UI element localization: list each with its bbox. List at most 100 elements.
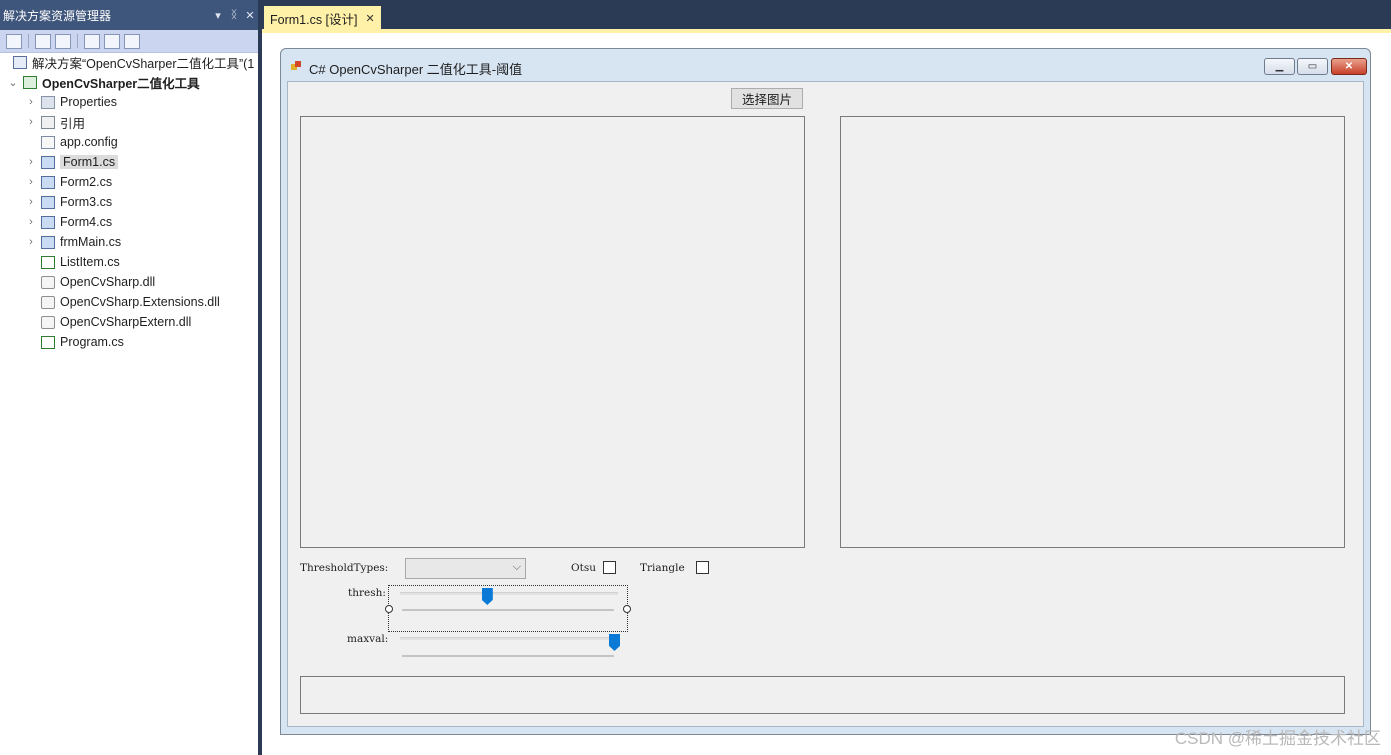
tree-item-label: OpenCvSharper二值化工具 — [42, 76, 200, 91]
solution-icon — [13, 55, 27, 69]
tree-item-label: ListItem.cs — [60, 255, 120, 269]
thresh-track[interactable] — [400, 592, 618, 595]
form-file-icon — [41, 235, 55, 249]
resize-handle-right[interactable] — [623, 605, 631, 613]
dll-file-icon — [41, 295, 55, 309]
tree-item[interactable]: › Form1.cs — [0, 152, 258, 172]
maxval-label: maxval: — [347, 633, 389, 645]
resize-handle-left[interactable] — [385, 605, 393, 613]
tree-item-label: frmMain.cs — [60, 235, 122, 249]
pin-icon[interactable]: ᛝ — [226, 9, 242, 21]
maxval-slider-thumb[interactable] — [609, 634, 620, 651]
references-icon — [41, 115, 55, 129]
csharp-file-icon — [41, 335, 55, 349]
tree-item-label: Form3.cs — [60, 195, 113, 209]
triangle-label: Triangle — [640, 562, 685, 574]
tree-item[interactable]: › 引用 — [0, 112, 258, 132]
refresh-icon[interactable] — [55, 33, 71, 49]
close-icon[interactable]: ✕ — [242, 9, 258, 22]
show-all-files-icon[interactable] — [35, 33, 51, 49]
form-title-bar[interactable]: C# OpenCvSharper 二值化工具-阈值 ▁ ▭ ✕ — [281, 49, 1370, 81]
tree-item[interactable]: OpenCvSharp.dll — [0, 272, 258, 292]
form-window[interactable]: C# OpenCvSharper 二值化工具-阈值 ▁ ▭ ✕ 选择图片 Thr… — [280, 48, 1371, 735]
chevron-right-icon[interactable]: › — [24, 196, 38, 208]
tree-item-label: OpenCvSharpExtern.dll — [60, 315, 192, 329]
tree-item[interactable]: Program.cs — [0, 332, 258, 352]
dll-file-icon — [41, 315, 55, 329]
tree-item[interactable]: OpenCvSharp.Extensions.dll — [0, 292, 258, 312]
result-picture-box[interactable] — [840, 116, 1345, 548]
chevron-right-icon[interactable]: › — [24, 156, 38, 168]
tree-item[interactable]: › Form2.cs — [0, 172, 258, 192]
document-tab-strip: Form1.cs [设计] ✕ — [262, 0, 1391, 30]
tree-item[interactable]: › Form3.cs — [0, 192, 258, 212]
thresh-tick-line — [402, 609, 614, 611]
tree-item-label: app.config — [60, 135, 118, 149]
form-file-icon — [41, 215, 55, 229]
dropdown-icon[interactable]: ▾ — [210, 9, 226, 22]
view-designer-icon[interactable] — [104, 33, 120, 49]
close-tab-icon[interactable]: ✕ — [366, 12, 375, 25]
chevron-down-icon[interactable]: ⌵ — [513, 561, 521, 574]
tree-item[interactable]: › frmMain.cs — [0, 232, 258, 252]
tree-item-label: Form4.cs — [60, 215, 113, 229]
minimize-button[interactable]: ▁ — [1264, 58, 1295, 75]
chevron-right-icon[interactable]: › — [24, 236, 38, 248]
tree-item-label: Program.cs — [60, 335, 124, 349]
tree-item[interactable]: OpenCvSharpExtern.dll — [0, 312, 258, 332]
properties-folder-icon — [41, 95, 55, 109]
tab-form1-design[interactable]: Form1.cs [设计] ✕ — [264, 6, 381, 30]
form-app-icon — [291, 61, 302, 71]
tree-item[interactable]: 解决方案“OpenCvSharper二值化工具”(1 — [0, 52, 258, 72]
solution-explorer-toolbar — [0, 30, 258, 53]
form-client-area: 选择图片 ThresholdTypes: ⌵ Otsu Triangle thr… — [287, 81, 1364, 727]
tree-item-label: Form2.cs — [60, 175, 113, 189]
chevron-right-icon[interactable]: › — [24, 96, 38, 108]
close-window-button[interactable]: ✕ — [1331, 58, 1367, 75]
source-picture-box[interactable] — [300, 116, 805, 548]
select-image-button[interactable]: 选择图片 — [731, 88, 803, 109]
chevron-right-icon[interactable]: › — [24, 216, 38, 228]
tree-item[interactable]: app.config — [0, 132, 258, 152]
tree-item-label: OpenCvSharp.dll — [60, 275, 156, 289]
tree-item[interactable]: ListItem.cs — [0, 252, 258, 272]
tree-item-label: 引用 — [60, 116, 86, 131]
tree-item-label: Form1.cs — [60, 155, 119, 169]
chevron-right-icon[interactable]: › — [24, 176, 38, 188]
threshold-types-combobox[interactable]: ⌵ — [405, 558, 526, 579]
tree-item-label: 解决方案“OpenCvSharper二值化工具”(1 — [32, 56, 255, 71]
csharp-project-icon — [23, 75, 37, 89]
tree-item[interactable]: ⌄ OpenCvSharper二值化工具 — [0, 72, 258, 92]
otsu-label: Otsu — [571, 562, 596, 574]
output-textbox[interactable] — [300, 676, 1345, 714]
watermark-text: CSDN @稀土掘金技术社区 — [1174, 729, 1381, 748]
toolbar-separator — [77, 34, 78, 48]
form-file-icon — [41, 175, 55, 189]
triangle-checkbox[interactable] — [696, 561, 709, 574]
threshold-types-label: ThresholdTypes: — [300, 562, 389, 574]
chevron-right-icon[interactable]: › — [24, 116, 38, 128]
dll-file-icon — [41, 275, 55, 289]
tab-label: Form1.cs [设计] — [270, 12, 358, 27]
collapse-all-icon[interactable] — [6, 33, 22, 49]
csharp-file-icon — [41, 255, 55, 269]
tree-item[interactable]: › Form4.cs — [0, 212, 258, 232]
maxval-tick-line — [402, 655, 614, 657]
form-file-icon — [41, 155, 55, 169]
solution-explorer-title: 解决方案资源管理器 — [3, 8, 112, 23]
otsu-checkbox[interactable] — [603, 561, 616, 574]
solution-explorer-header: 解决方案资源管理器 ▾ ᛝ ✕ — [0, 0, 258, 30]
config-file-icon — [41, 135, 55, 149]
class-diagram-icon[interactable] — [124, 33, 140, 49]
tree-item[interactable]: › Properties — [0, 92, 258, 112]
solution-tree: 解决方案“OpenCvSharper二值化工具”(1 ⌄ OpenCvSharper… — [0, 52, 258, 352]
maxval-track[interactable] — [400, 637, 618, 640]
view-code-icon[interactable] — [84, 33, 100, 49]
solution-explorer-panel: 解决方案资源管理器 ▾ ᛝ ✕ 解决方案“OpenCvSharper二值化工具”… — [0, 0, 258, 755]
maximize-button[interactable]: ▭ — [1297, 58, 1328, 75]
thresh-label: thresh: — [348, 587, 386, 599]
tree-item-label: OpenCvSharp.Extensions.dll — [60, 295, 220, 309]
chevron-down-icon[interactable]: ⌄ — [6, 76, 20, 89]
toolbar-separator — [28, 34, 29, 48]
form-file-icon — [41, 195, 55, 209]
